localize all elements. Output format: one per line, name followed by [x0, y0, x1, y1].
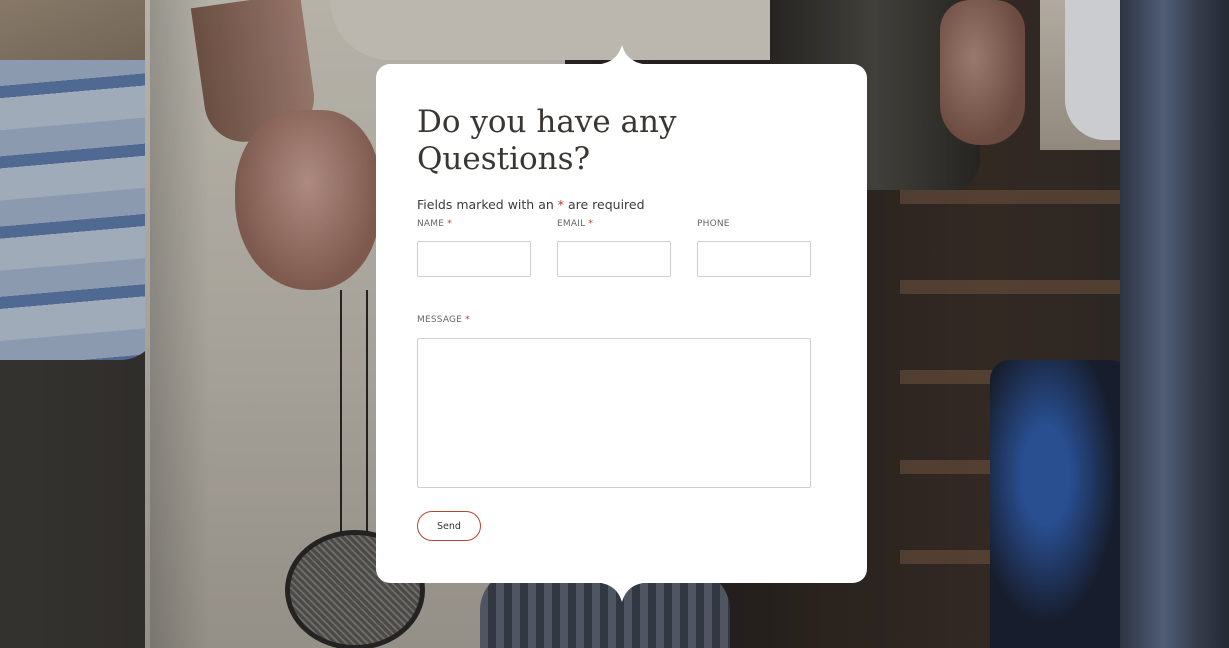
email-label-text: EMAIL — [557, 219, 586, 229]
message-label-text: MESSAGE — [417, 315, 463, 325]
email-input[interactable] — [557, 241, 671, 277]
send-button[interactable]: Send — [417, 511, 481, 541]
message-label: MESSAGE * — [417, 315, 470, 325]
name-required-marker: * — [447, 219, 452, 229]
card-top-notch — [590, 45, 654, 65]
contact-form-card: Do you have any Questions? Fields marked… — [376, 64, 867, 583]
name-label: NAME * — [417, 219, 452, 229]
form-title: Do you have any Questions? — [417, 104, 817, 178]
phone-input[interactable] — [697, 241, 811, 277]
form-title-line2: Questions? — [417, 141, 591, 177]
name-input[interactable] — [417, 241, 531, 277]
message-required-marker: * — [465, 315, 470, 325]
message-textarea[interactable] — [417, 338, 811, 488]
form-title-line1: Do you have any — [417, 104, 677, 140]
phone-label-text: PHONE — [697, 219, 730, 229]
email-required-marker: * — [588, 219, 594, 229]
required-note-prefix: Fields marked with an — [417, 197, 558, 212]
phone-label: PHONE — [697, 219, 730, 229]
card-bottom-notch — [590, 582, 654, 602]
name-label-text: NAME — [417, 219, 445, 229]
required-fields-note: Fields marked with an * are required — [417, 197, 645, 212]
email-label: EMAIL * — [557, 219, 593, 229]
required-note-suffix: are required — [564, 197, 645, 212]
